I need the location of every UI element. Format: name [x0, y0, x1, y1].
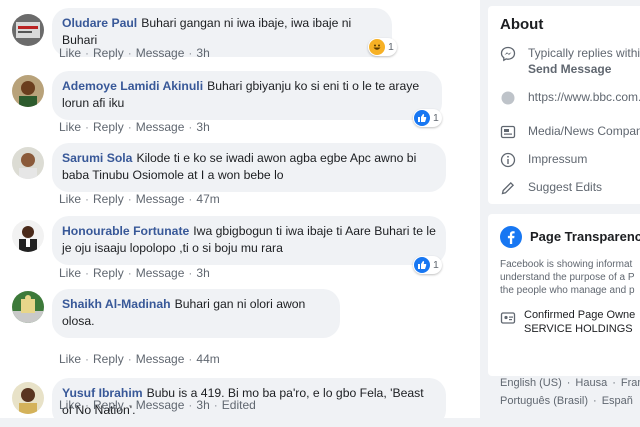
message-link[interactable]: Message — [136, 120, 185, 134]
globe-icon — [500, 90, 516, 106]
comment-bubble: Shaikh Al-Madinah Buhari gan ni olori awo… — [52, 289, 340, 338]
category-link[interactable]: Media/News Company — [528, 124, 640, 138]
comment-time[interactable]: 3h — [196, 398, 209, 412]
reply-link[interactable]: Reply — [93, 352, 124, 366]
description-line: the people who manage and p — [500, 285, 635, 296]
suggest-edits-link[interactable]: Suggest Edits — [528, 180, 602, 194]
reaction-count: 1 — [433, 112, 439, 124]
comment-bubble: Honourable Fortunate Iwa gbigbogun ti iwa… — [52, 216, 446, 265]
message-link[interactable]: Message — [136, 192, 185, 206]
like-link[interactable]: Like — [59, 266, 81, 280]
comment-bubble: Sarumi Sola Kilode ti e ko se iwadi awon … — [52, 143, 446, 192]
reaction-count: 1 — [388, 41, 394, 53]
comment-bubble: Ademoye Lamidi Akinuli Buhari gbiyanju ko… — [52, 71, 442, 120]
like-link[interactable]: Like — [59, 46, 81, 60]
transparency-title: Page Transparency — [530, 229, 640, 244]
like-icon — [414, 257, 430, 273]
owner-icon — [500, 310, 516, 326]
send-message-link[interactable]: Send Message — [528, 62, 611, 76]
message-link[interactable]: Message — [136, 398, 185, 412]
language-link[interactable]: Fran — [621, 377, 640, 389]
page-owner: Confirmed Page Owne SERVICE HOLDINGS — [524, 308, 635, 336]
facebook-logo-icon — [500, 226, 522, 248]
message-link[interactable]: Message — [136, 266, 185, 280]
comment-actions: Like · Reply · Message · 44m — [59, 352, 220, 366]
avatar[interactable] — [12, 382, 44, 414]
website-link[interactable]: https://www.bbc.com.. — [528, 90, 640, 104]
comment-actions: Like · Reply · Message · 3h — [59, 120, 210, 134]
comment-author[interactable]: Sarumi Sola — [62, 151, 132, 165]
sidebar: About Typically replies within Send Mess… — [488, 0, 640, 418]
like-link[interactable]: Like — [59, 120, 81, 134]
reaction-badge[interactable]: 1 — [413, 256, 442, 274]
language-link[interactable]: English (US) — [500, 377, 562, 389]
comment-time[interactable]: 47m — [196, 192, 219, 206]
comment-author[interactable]: Honourable Fortunate — [62, 224, 189, 238]
like-icon — [414, 110, 430, 126]
reply-link[interactable]: Reply — [93, 398, 124, 412]
avatar[interactable] — [12, 291, 44, 323]
message-link[interactable]: Message — [136, 46, 185, 60]
about-title: About — [500, 16, 544, 33]
impressum-link[interactable]: Impressum — [528, 152, 587, 166]
reply-link[interactable]: Reply — [93, 192, 124, 206]
reaction-badge[interactable]: 1 — [368, 38, 397, 56]
comment-author[interactable]: Oludare Paul — [62, 16, 137, 30]
like-link[interactable]: Like — [59, 398, 81, 412]
avatar[interactable] — [12, 147, 44, 179]
reaction-badge[interactable]: 1 — [413, 109, 442, 127]
description-line: understand the purpose of a P — [500, 272, 635, 283]
comment-time[interactable]: 3h — [196, 120, 209, 134]
transparency-card: Page Transparency Facebook is showing in… — [488, 214, 640, 376]
avatar[interactable] — [12, 220, 44, 252]
comment-time[interactable]: 44m — [196, 352, 219, 366]
messenger-icon — [500, 46, 516, 62]
comment-time[interactable]: 3h — [196, 266, 209, 280]
owner-line: SERVICE HOLDINGS — [524, 323, 633, 335]
like-link[interactable]: Like — [59, 352, 81, 366]
avatar[interactable] — [12, 75, 44, 107]
reply-link[interactable]: Reply — [93, 120, 124, 134]
edited-label[interactable]: Edited — [222, 398, 256, 412]
info-icon — [500, 152, 516, 168]
transparency-description: Facebook is showing informat understand … — [500, 258, 635, 297]
description-line: Facebook is showing informat — [500, 259, 633, 270]
newspaper-icon — [500, 124, 516, 140]
reply-link[interactable]: Reply — [93, 46, 124, 60]
comment-author[interactable]: Ademoye Lamidi Akinuli — [62, 79, 203, 93]
pencil-icon — [500, 180, 516, 196]
avatar[interactable] — [12, 14, 44, 46]
comment-author[interactable]: Shaikh Al-Madinah — [62, 297, 171, 311]
about-card: About Typically replies within Send Mess… — [488, 6, 640, 204]
comment-time[interactable]: 3h — [196, 46, 209, 60]
haha-icon — [369, 39, 385, 55]
comment-actions: Like · Reply · Message · 3h · Edited — [59, 398, 256, 412]
like-link[interactable]: Like — [59, 192, 81, 206]
comment-actions: Like · Reply · Message · 47m — [59, 192, 220, 206]
language-link[interactable]: Españ — [602, 395, 633, 407]
owner-line: Confirmed Page Owne — [524, 309, 636, 321]
message-link[interactable]: Message — [136, 352, 185, 366]
language-link[interactable]: Hausa — [575, 377, 607, 389]
comments-panel: Oludare Paul Buhari gangan ni iwa ibaje, … — [0, 0, 480, 427]
language-links: English (US)·Hausa·Fran Português (Brasi… — [500, 374, 640, 410]
reaction-count: 1 — [433, 259, 439, 271]
language-link[interactable]: Português (Brasil) — [500, 395, 588, 407]
reply-link[interactable]: Reply — [93, 266, 124, 280]
replies-text: Typically replies within — [528, 46, 640, 60]
comment-actions: Like · Reply · Message · 3h — [59, 46, 210, 60]
comment-actions: Like · Reply · Message · 3h — [59, 266, 210, 280]
